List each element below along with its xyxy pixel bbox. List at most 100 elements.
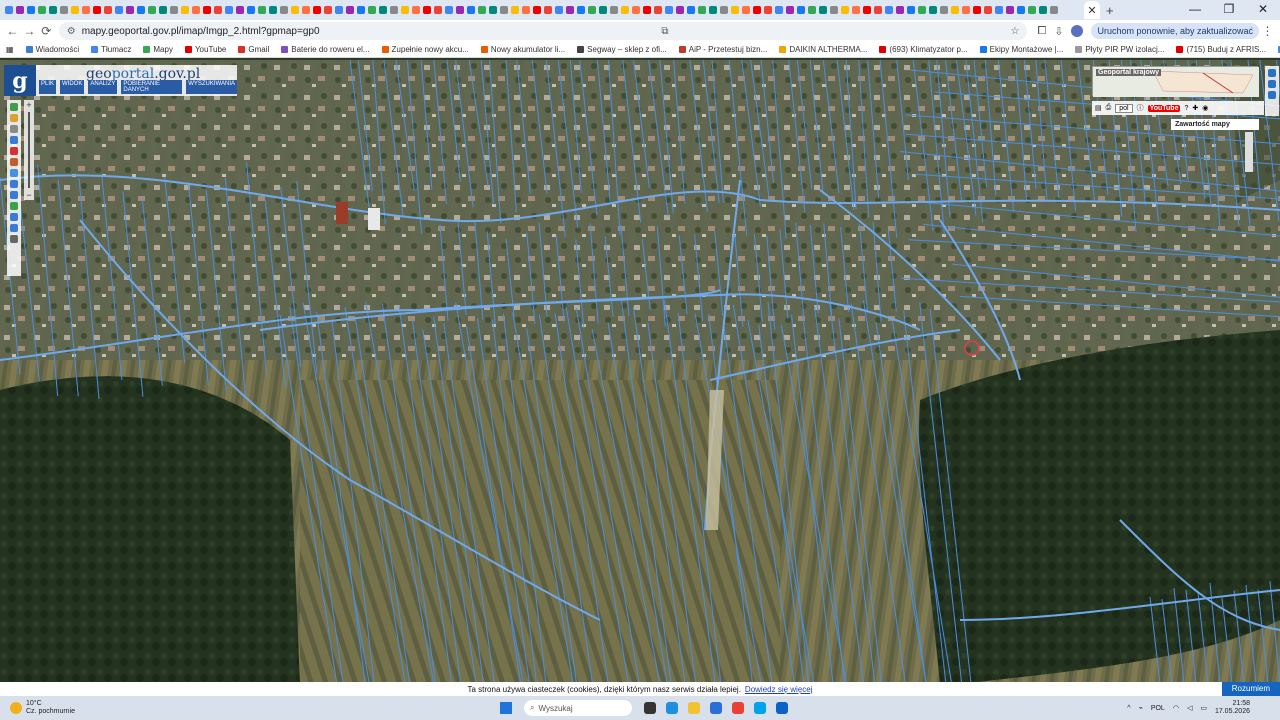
tab-favicon-icon[interactable]	[698, 6, 706, 14]
tab-favicon-icon[interactable]	[82, 6, 90, 14]
cookie-accept-button[interactable]: Rozumiem	[1221, 682, 1280, 696]
map-content-panel[interactable]: Zawartość mapy	[1171, 119, 1259, 130]
tab-favicon-icon[interactable]	[335, 6, 343, 14]
chrome-icon[interactable]	[732, 702, 744, 714]
zoom-out-icon[interactable]	[10, 191, 18, 199]
ruler-icon[interactable]	[10, 169, 18, 177]
tab-favicon-icon[interactable]	[588, 6, 596, 14]
language-select[interactable]: pol	[1115, 103, 1133, 113]
tab-favicon-icon[interactable]	[577, 6, 585, 14]
tab-favicon-icon[interactable]	[445, 6, 453, 14]
eye-icon[interactable]: ◉	[1202, 104, 1208, 112]
tab-favicon-icon[interactable]	[1028, 6, 1036, 14]
bookmark-item[interactable]: Gmail	[238, 45, 269, 54]
weather-widget[interactable]: 10°C Cz. pochmurnie	[0, 700, 180, 716]
overview-map[interactable]: Geoportal krajowy	[1092, 66, 1259, 97]
tab-favicon-icon[interactable]	[368, 6, 376, 14]
bookmark-item[interactable]: Tłumacz	[91, 45, 131, 54]
tab-strip[interactable]	[4, 0, 1084, 20]
tab-favicon-icon[interactable]	[874, 6, 882, 14]
printer-icon[interactable]: ⎙	[1106, 104, 1112, 112]
tab-favicon-icon[interactable]	[632, 6, 640, 14]
geoportal-emblem[interactable]: g	[4, 65, 36, 96]
tab-favicon-icon[interactable]	[313, 6, 321, 14]
panel-scrollbar[interactable]	[1245, 132, 1253, 172]
tab-favicon-icon[interactable]	[16, 6, 24, 14]
tab-favicon-icon[interactable]	[170, 6, 178, 14]
mail-icon[interactable]	[776, 702, 788, 714]
back-button[interactable]: ←	[4, 24, 21, 38]
tab-favicon-icon[interactable]	[203, 6, 211, 14]
menu-widok[interactable]: WIDOK	[60, 80, 85, 94]
visibility-icon[interactable]	[1268, 91, 1276, 99]
extensions-icon[interactable]: ⧠	[1037, 25, 1046, 38]
tab-favicon-icon[interactable]	[984, 6, 992, 14]
tab-favicon-icon[interactable]	[137, 6, 145, 14]
tab-favicon-icon[interactable]	[434, 6, 442, 14]
tab-favicon-icon[interactable]	[940, 6, 948, 14]
tab-favicon-icon[interactable]	[918, 6, 926, 14]
menu-wyszukiwania[interactable]: WYSZUKIWANIA	[186, 80, 237, 94]
bookmark-item[interactable]: Zupełnie nowy akcu...	[381, 45, 469, 54]
tab-favicon-icon[interactable]	[621, 6, 629, 14]
tab-favicon-icon[interactable]	[5, 6, 13, 14]
tab-favicon-icon[interactable]	[258, 6, 266, 14]
previous-view-icon[interactable]	[10, 213, 18, 221]
taskbar-search-input[interactable]: ⌕ Wyszukaj	[524, 700, 632, 716]
zoom-slider[interactable]: + −	[24, 100, 34, 200]
tab-favicon-icon[interactable]	[599, 6, 607, 14]
minimize-button[interactable]: —	[1178, 0, 1212, 20]
tab-favicon-icon[interactable]	[753, 6, 761, 14]
tab-favicon-icon[interactable]	[709, 6, 717, 14]
tab-favicon-icon[interactable]	[786, 6, 794, 14]
tab-favicon-icon[interactable]	[951, 6, 959, 14]
tab-favicon-icon[interactable]	[1017, 6, 1025, 14]
bookmark-item[interactable]: DAIKIN ALTHERMA...	[779, 45, 867, 54]
tab-favicon-icon[interactable]	[236, 6, 244, 14]
full-extent-icon[interactable]	[10, 202, 18, 210]
tab-favicon-icon[interactable]	[346, 6, 354, 14]
bookmark-item[interactable]: Nowy akumulator li...	[480, 45, 565, 54]
collapse-icon[interactable]	[1268, 69, 1276, 77]
print-icon[interactable]	[10, 125, 18, 133]
skype-icon[interactable]	[754, 702, 766, 714]
url-input[interactable]: ⚙ mapy.geoportal.gov.pl/imap/Imgp_2.html…	[58, 22, 1028, 40]
youtube-link[interactable]: YouTube	[1147, 104, 1181, 112]
tab-favicon-icon[interactable]	[808, 6, 816, 14]
measure-icon[interactable]	[10, 136, 18, 144]
file-explorer-icon[interactable]	[688, 702, 700, 714]
tab-favicon-icon[interactable]	[995, 6, 1003, 14]
list-icon[interactable]: ▤	[1095, 104, 1102, 112]
bookmark-item[interactable]: Ekipy Montażowe |...	[979, 45, 1063, 54]
tab-favicon-icon[interactable]	[159, 6, 167, 14]
tab-favicon-icon[interactable]	[643, 6, 651, 14]
tab-favicon-icon[interactable]	[654, 6, 662, 14]
plus-icon[interactable]: ✚	[1192, 104, 1198, 112]
zoom-track[interactable]	[28, 112, 30, 188]
tab-favicon-icon[interactable]	[280, 6, 288, 14]
tab-favicon-icon[interactable]	[390, 6, 398, 14]
tab-favicon-icon[interactable]	[192, 6, 200, 14]
tab-favicon-icon[interactable]	[27, 6, 35, 14]
tab-favicon-icon[interactable]	[731, 6, 739, 14]
tab-favicon-icon[interactable]	[797, 6, 805, 14]
tab-favicon-icon[interactable]	[742, 6, 750, 14]
tab-favicon-icon[interactable]	[49, 6, 57, 14]
tab-favicon-icon[interactable]	[148, 6, 156, 14]
tab-favicon-icon[interactable]	[401, 6, 409, 14]
tab-favicon-icon[interactable]	[973, 6, 981, 14]
help-icon[interactable]: ?	[1184, 105, 1188, 112]
language-indicator[interactable]: POL	[1151, 705, 1165, 712]
menu-plik[interactable]: PLIK	[39, 80, 57, 94]
bookmark-item[interactable]: Wiadomości	[25, 45, 79, 54]
tab-favicon-icon[interactable]	[907, 6, 915, 14]
tab-favicon-icon[interactable]	[38, 6, 46, 14]
tab-favicon-icon[interactable]	[720, 6, 728, 14]
tab-favicon-icon[interactable]	[115, 6, 123, 14]
edge-icon[interactable]	[666, 702, 678, 714]
zoom-in-icon[interactable]	[10, 180, 18, 188]
install-app-icon[interactable]: ⧉	[653, 26, 668, 37]
bookmark-star-icon[interactable]: ☆	[1002, 26, 1019, 37]
menu-pobieranie-danych[interactable]: POBIERANIE DANYCH	[121, 80, 183, 94]
clock[interactable]: 21:58 17.05.2026	[1215, 700, 1250, 716]
